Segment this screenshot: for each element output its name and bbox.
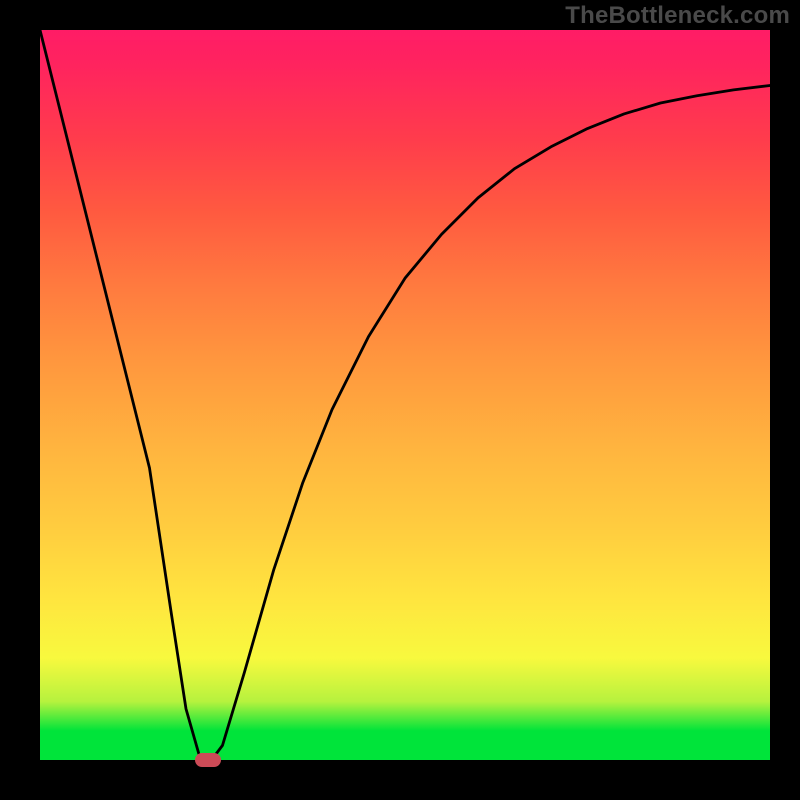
bottleneck-marker (195, 753, 221, 767)
watermark-text: TheBottleneck.com (565, 2, 790, 30)
bottleneck-curve (40, 30, 770, 760)
plot-area (40, 30, 770, 760)
curve-svg (40, 30, 770, 760)
chart-frame: TheBottleneck.com (0, 0, 800, 800)
